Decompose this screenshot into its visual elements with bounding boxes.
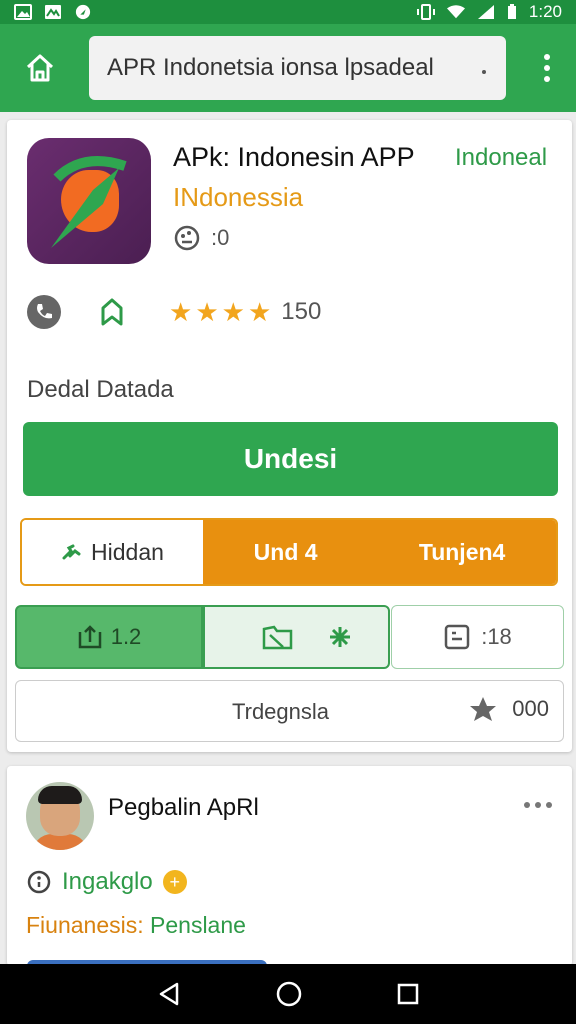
stat-buttons: 1.2 :18 bbox=[15, 605, 564, 669]
app-category-tag[interactable]: Indoneal bbox=[455, 144, 547, 172]
search-cursor bbox=[482, 70, 486, 74]
segment-hidden-label: Hiddan bbox=[91, 538, 164, 565]
segment-orange: Und 4 Tunjen4 bbox=[203, 520, 556, 584]
sparkle-icon bbox=[329, 627, 350, 647]
top-app-bar: APR Indonetsia ionsa lpsadeal bbox=[0, 24, 576, 112]
segment-right-label[interactable]: Tunjen4 bbox=[419, 539, 505, 566]
segment-hidden[interactable]: Hiddan bbox=[22, 520, 203, 584]
star-outline-icon bbox=[470, 697, 497, 721]
signal-icon bbox=[477, 5, 494, 19]
share-stat-button[interactable]: 1.2 bbox=[15, 605, 203, 669]
back-icon[interactable] bbox=[156, 981, 182, 1007]
home-icon bbox=[26, 54, 54, 82]
status-bar: 1:20 bbox=[0, 0, 576, 24]
rating-count: 150 bbox=[281, 298, 322, 325]
rating-row-value: 000 bbox=[512, 696, 549, 721]
segment-control: Hiddan Und 4 Tunjen4 bbox=[20, 518, 558, 586]
star-icon: ★ bbox=[221, 297, 245, 327]
recents-icon[interactable] bbox=[396, 982, 420, 1006]
comment-stat-value: :18 bbox=[481, 624, 512, 649]
plus-badge-icon: + bbox=[162, 870, 187, 894]
detail-text: Dedal Datada bbox=[27, 376, 174, 403]
star-icon: ★ bbox=[247, 297, 272, 327]
status-time: 1:20 bbox=[528, 2, 562, 21]
post-text-body: Penslane bbox=[143, 912, 246, 938]
app-meta-count: :0 bbox=[211, 225, 230, 250]
home-nav-icon[interactable] bbox=[275, 980, 303, 1008]
folder-icon bbox=[263, 625, 293, 650]
system-nav-bar bbox=[0, 964, 576, 1024]
more-horiz-button[interactable] bbox=[524, 802, 552, 808]
search-text: APR Indonetsia ionsa lpsadeal bbox=[107, 54, 434, 81]
search-input[interactable]: APR Indonetsia ionsa lpsadeal bbox=[89, 36, 506, 100]
app-detail-card: APk: Indonesin APP Indoneal INdonessia :… bbox=[7, 120, 572, 752]
phone-button[interactable] bbox=[27, 295, 61, 329]
chat-icon bbox=[444, 624, 470, 650]
app-title: APk: Indonesin APP bbox=[173, 142, 415, 172]
action-row: ★ ★ ★ ★ 150 bbox=[27, 292, 321, 332]
gauge-icon bbox=[174, 225, 200, 251]
bookmark-icon[interactable] bbox=[99, 298, 125, 326]
link-icon bbox=[62, 544, 81, 560]
app-meta: :0 bbox=[173, 224, 229, 252]
phone-icon bbox=[37, 304, 52, 319]
star-icon: ★ bbox=[195, 297, 219, 327]
overflow-menu-button[interactable] bbox=[534, 50, 560, 86]
comment-stat-button[interactable]: :18 bbox=[391, 605, 564, 669]
poster-name[interactable]: Pegbalin ApRl bbox=[108, 794, 259, 822]
post-text: Fiunanesis: Penslane bbox=[26, 912, 246, 939]
post-card: Pegbalin ApRl Ingakglo + Fiunanesis: Pen… bbox=[7, 766, 572, 966]
post-text-prefix: Fiunanesis: bbox=[26, 912, 144, 938]
home-button[interactable] bbox=[0, 24, 80, 112]
vibrate-icon bbox=[416, 4, 435, 20]
clock-icon bbox=[27, 870, 51, 894]
save-stat-button[interactable] bbox=[203, 605, 390, 669]
wifi-icon bbox=[446, 5, 465, 19]
battery-icon bbox=[507, 4, 516, 19]
upload-icon bbox=[78, 625, 101, 649]
segment-mid-label[interactable]: Und 4 bbox=[254, 539, 318, 566]
star-icon: ★ bbox=[169, 297, 193, 327]
app-developer[interactable]: INdonessia bbox=[173, 182, 303, 213]
mail-icon bbox=[45, 5, 61, 19]
star-rating: ★ ★ ★ ★ bbox=[169, 299, 271, 325]
rating-row-label: Trdegnsla bbox=[232, 699, 330, 724]
poster-status-text: Ingakglo bbox=[62, 868, 153, 895]
location-icon bbox=[75, 4, 91, 20]
rating-row[interactable]: Trdegnsla 000 bbox=[15, 680, 564, 742]
poster-status: Ingakglo + bbox=[26, 868, 187, 896]
image-icon bbox=[14, 4, 32, 20]
install-button[interactable]: Undesi bbox=[23, 422, 558, 496]
app-logo bbox=[27, 138, 151, 264]
more-vert-icon bbox=[544, 54, 550, 60]
share-stat-value: 1.2 bbox=[110, 624, 142, 649]
avatar[interactable] bbox=[26, 782, 94, 850]
